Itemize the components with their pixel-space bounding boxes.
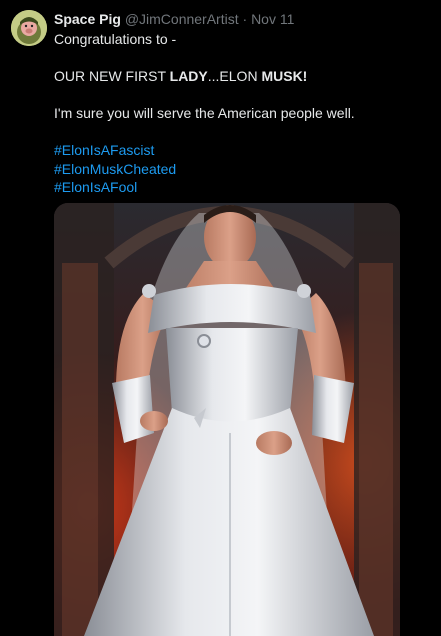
timestamp[interactable]: Nov 11 (251, 11, 294, 27)
hashtag-link[interactable]: #ElonMuskCheated (54, 160, 434, 179)
image-icon (54, 203, 400, 636)
tweet[interactable]: Space Pig @JimConnerArtist · Nov 11 Cong… (0, 0, 441, 636)
separator-dot: · (242, 11, 248, 27)
text-line-2-prefix: OUR NEW FIRST (54, 68, 170, 84)
tweet-media-image[interactable] (54, 203, 400, 636)
user-handle[interactable]: @JimConnerArtist (125, 11, 239, 27)
tweet-header: Space Pig @JimConnerArtist · Nov 11 (54, 10, 294, 28)
pig-avatar-icon (11, 10, 47, 46)
hashtag-link[interactable]: #ElonIsAFascist (54, 141, 434, 160)
text-line-1: Congratulations to - (54, 31, 177, 47)
text-line-2-mid: ...ELON (207, 68, 262, 84)
display-name[interactable]: Space Pig (54, 11, 121, 27)
text-line-3: I'm sure you will serve the American peo… (54, 105, 355, 121)
text-line-2-bold-musk: MUSK! (261, 68, 308, 84)
avatar[interactable] (11, 10, 47, 46)
text-line-2: OUR NEW FIRST LADY...ELON MUSK! (54, 67, 434, 86)
tweet-text: Congratulations to - OUR NEW FIRST LADY.… (54, 30, 434, 197)
hashtag-link[interactable]: #ElonIsAFool (54, 178, 434, 197)
text-line-2-bold-lady: LADY (169, 68, 208, 84)
